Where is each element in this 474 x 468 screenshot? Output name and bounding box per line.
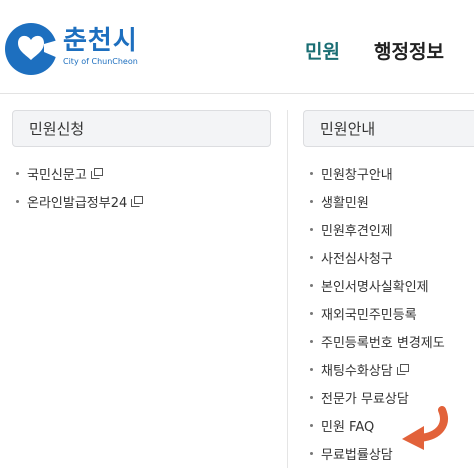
column-apply: 민원신청 국민신문고 온라인발급정부24 [0, 110, 271, 215]
curved-arrow-icon [402, 406, 448, 450]
page: 춘천시 City of ChunCheon 민원 행정정보 민원신청 국민신문고… [0, 0, 474, 468]
logo-subtitle: City of ChunCheon [63, 57, 138, 66]
list-item[interactable]: 국민신문고 [16, 159, 271, 187]
list-item-label: 생활민원 [321, 195, 369, 211]
bullet-dot [310, 199, 313, 203]
bullet-dot [310, 339, 313, 343]
list-item[interactable]: 재외국민주민등록 [310, 299, 474, 327]
list-item[interactable]: 본인서명사실확인제 [310, 271, 474, 299]
bullet-dot [310, 255, 313, 259]
bullet-dot [310, 367, 313, 371]
list-item[interactable]: 민원후견인제 [310, 215, 474, 243]
new-window-icon [131, 195, 144, 207]
list-item[interactable]: 사전심사청구 [310, 243, 474, 271]
list-item-label: 민원창구안내 [321, 167, 393, 183]
apply-link-list: 국민신문고 온라인발급정부24 [16, 159, 271, 215]
list-item-label: 본인서명사실확인제 [321, 279, 429, 295]
logo-text: 춘천시 City of ChunCheon [63, 26, 138, 66]
bullet-dot [310, 311, 313, 315]
bullet-dot [16, 199, 19, 203]
bullet-dot [16, 171, 19, 175]
list-item-label: 민원 FAQ [321, 419, 375, 435]
list-item-label: 전문가 무료상담 [321, 391, 409, 407]
list-item[interactable]: 생활민원 [310, 187, 474, 215]
bullet-dot [310, 451, 313, 455]
list-item[interactable]: 온라인발급정부24 [16, 187, 271, 215]
list-item-label: 국민신문고 [27, 167, 87, 183]
list-item-label: 무료법률상담 [321, 447, 393, 463]
list-item[interactable]: 주민등록번호 변경제도 [310, 327, 474, 355]
bullet-dot [310, 227, 313, 231]
bullet-dot [310, 395, 313, 399]
bullet-dot [310, 171, 313, 175]
list-item-label: 재외국민주민등록 [321, 307, 417, 323]
site-logo[interactable]: 춘천시 City of ChunCheon [4, 22, 138, 76]
logo-name: 춘천시 [63, 26, 138, 56]
list-item-label: 주민등록번호 변경제도 [321, 335, 445, 351]
list-item-label: 민원후견인제 [321, 223, 393, 239]
bullet-dot [310, 283, 313, 287]
site-header: 춘천시 City of ChunCheon 민원 행정정보 [0, 0, 474, 96]
nav-item-civil-service[interactable]: 민원 [305, 37, 340, 64]
column-heading-apply[interactable]: 민원신청 [12, 110, 271, 147]
chuncheon-logo-icon [5, 23, 58, 75]
list-item[interactable]: 채팅수화상담 [310, 355, 474, 383]
new-window-icon [90, 167, 103, 179]
list-item[interactable]: 민원창구안내 [310, 159, 474, 187]
new-window-icon [396, 363, 409, 375]
bullet-dot [310, 423, 313, 427]
list-item-label: 채팅수화상담 [321, 363, 393, 379]
column-divider [287, 110, 288, 468]
column-heading-guide[interactable]: 민원안내 [303, 110, 474, 147]
list-item-label: 온라인발급정부24 [27, 195, 128, 211]
list-item-label: 사전심사청구 [321, 251, 393, 267]
nav-item-admin-info[interactable]: 행정정보 [374, 37, 444, 64]
header-divider [0, 93, 474, 94]
